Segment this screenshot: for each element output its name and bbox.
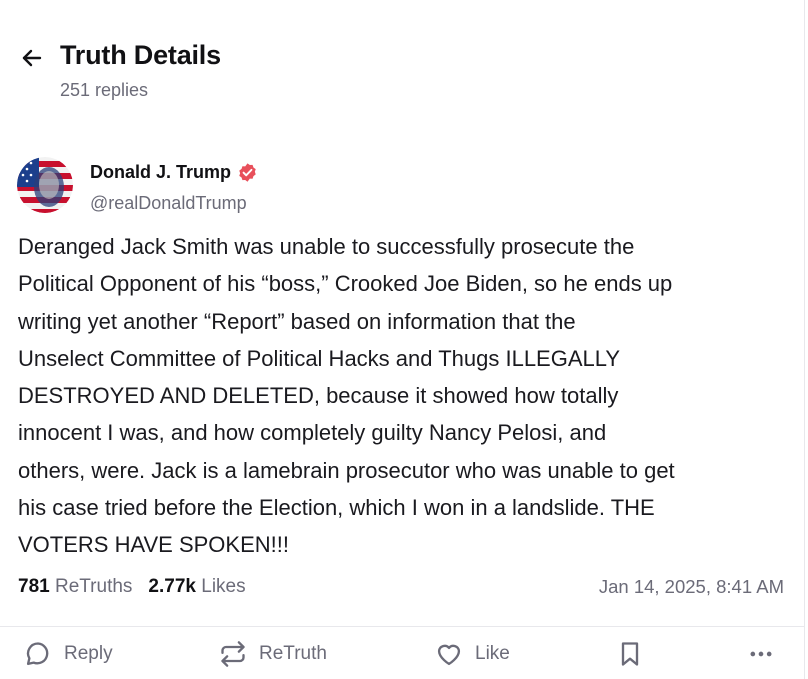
post-text-line: his case tried before the Election, whic… <box>18 495 655 521</box>
author-name[interactable]: Donald J. Trump <box>90 162 231 183</box>
retruths-count: 781 <box>18 576 50 597</box>
post-text-line: Political Opponent of his “boss,” Crooke… <box>18 271 673 297</box>
retruths-stat[interactable]: 781 ReTruths <box>18 576 132 598</box>
bookmark-icon <box>621 642 639 666</box>
like-button[interactable]: Like <box>435 640 510 668</box>
likes-stat[interactable]: 2.77k Likes <box>148 576 245 598</box>
post-timestamp: Jan 14, 2025, 8:41 AM <box>598 576 784 597</box>
post-text-line: Deranged Jack Smith was unable to succes… <box>18 234 635 259</box>
author-handle[interactable]: @realDonaldTrump <box>90 193 258 214</box>
like-heart-icon <box>437 644 461 666</box>
back-arrow-icon[interactable] <box>20 46 44 70</box>
retruth-button[interactable]: ReTruth <box>219 640 327 668</box>
verified-badge-icon <box>239 163 256 182</box>
post-text-line: innocent I was, and how completely guilt… <box>18 420 607 446</box>
post-body: Deranged Jack Smith was unable to succes… <box>18 228 793 564</box>
retruth-icon <box>221 641 245 667</box>
more-icon <box>750 651 772 657</box>
retruth-label: ReTruth <box>259 643 327 664</box>
page-title: Truth Details <box>60 40 221 70</box>
reply-icon <box>26 642 49 666</box>
like-label: Like <box>475 643 510 664</box>
post-detail-panel: Truth Details 251 replies Donald J. Trum… <box>0 0 805 679</box>
likes-count: 2.77k <box>148 576 196 597</box>
post-stats: 781 ReTruths 2.77k Likes Jan 14, 2025, 8… <box>18 576 784 598</box>
bookmark-button[interactable] <box>616 640 644 668</box>
reply-label: Reply <box>64 643 113 664</box>
retruths-label: ReTruths <box>54 576 133 597</box>
post-text-line: DESTROYED AND DELETED, because it showed… <box>18 383 619 409</box>
reply-button[interactable]: Reply <box>24 640 113 668</box>
avatar[interactable] <box>17 157 73 213</box>
more-button[interactable] <box>747 640 775 668</box>
divider <box>0 626 805 627</box>
replies-count: 251 replies <box>60 80 149 100</box>
post-text-line: VOTERS HAVE SPOKEN!!! <box>18 532 289 558</box>
author-block: Donald J. Trump @realDonaldTrump <box>90 162 258 214</box>
likes-label: Likes <box>201 576 246 597</box>
post-text-line: others, were. Jack is a lamebrain prosec… <box>18 457 675 483</box>
action-bar: Reply ReTruth Like <box>0 640 805 676</box>
post-text-line: writing yet another “Report” based on in… <box>18 308 576 334</box>
post-text-line: Unselect Committee of Political Hacks an… <box>18 345 621 371</box>
